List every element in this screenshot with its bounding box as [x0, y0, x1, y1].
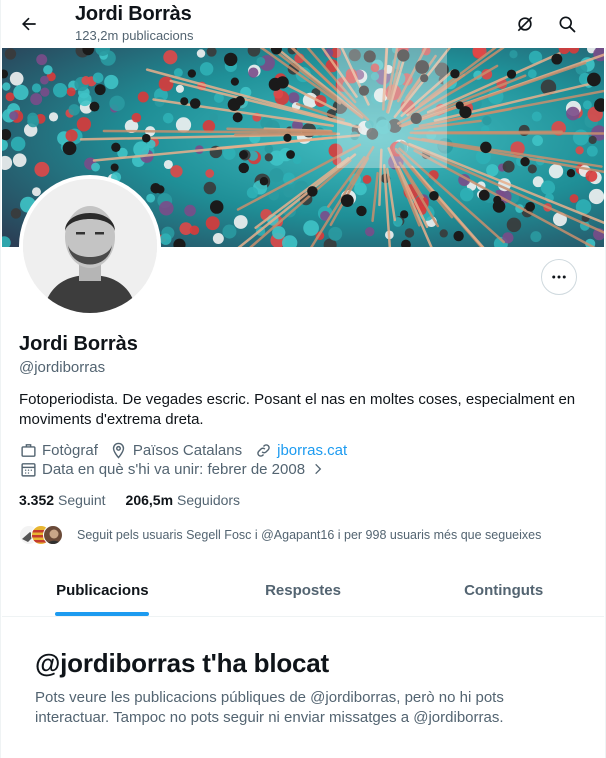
blocked-body: Pots veure les publicacions públiques de…: [35, 689, 504, 726]
following-link[interactable]: 3.352 Seguint: [19, 492, 106, 508]
location: Països Catalans: [110, 441, 242, 459]
profile-tabs: Publicacions Respostes Continguts: [2, 564, 604, 617]
occupation: Fotògraf: [19, 441, 98, 459]
following-count: 3.352: [19, 492, 55, 508]
occupation-text: Fotògraf: [42, 441, 98, 459]
more-options-button[interactable]: [541, 259, 577, 295]
joined-row[interactable]: Data en què s'hi va unir: febrer de 2008: [19, 460, 332, 478]
follower-avatar: [43, 525, 63, 545]
location-text: Països Catalans: [132, 441, 243, 459]
header-post-count: 123,2m publicacions: [75, 28, 194, 43]
more-horizontal-icon: [552, 275, 566, 279]
follow-counts: 3.352 Seguint 206,5m Seguidors: [19, 492, 260, 508]
profile-name: Jordi Borràs: [19, 333, 138, 355]
website-link[interactable]: jborras.cat: [277, 442, 347, 459]
avatar-photo: [23, 179, 157, 313]
briefcase-icon: [19, 441, 37, 459]
tab-label: Publicacions: [56, 581, 149, 599]
followed-by-row[interactable]: Seguit pels usuaris Segell Fosc i @Agapa…: [19, 521, 599, 549]
blocked-title: @jordiborras t'ha blocat: [35, 648, 329, 678]
website[interactable]: jborras.cat: [254, 441, 347, 459]
profile-bio: Fotoperiodista. De vegades escric. Posan…: [19, 391, 576, 428]
location-pin-icon: [110, 441, 128, 459]
header-title: Jordi Borràs: [75, 3, 192, 25]
translate-off-icon: [517, 16, 533, 32]
profile-meta-row: Fotògraf Països Catalans jborras.cat: [19, 441, 359, 459]
tab-continguts[interactable]: Continguts: [403, 564, 604, 616]
tab-publicacions[interactable]: Publicacions: [2, 564, 203, 616]
chevron-right-icon: [309, 460, 327, 478]
followers-link[interactable]: 206,5m Seguidors: [126, 492, 241, 508]
back-button[interactable]: [13, 8, 45, 40]
search-button[interactable]: [551, 8, 583, 40]
profile-page: Jordi Borràs 123,2m publicacions Jordi B…: [0, 0, 606, 758]
followers-count: 206,5m: [125, 492, 174, 508]
calendar-icon: [19, 460, 37, 478]
arrow-left-icon: [22, 17, 36, 31]
tab-label: Respostes: [265, 581, 341, 599]
followers-label: Seguidors: [177, 492, 241, 508]
tab-label: Continguts: [464, 581, 544, 599]
active-tab-indicator: [55, 612, 150, 616]
profile-handle: @jordiborras: [19, 359, 106, 376]
joined-text: Data en què s'hi va unir: febrer de 2008: [42, 460, 306, 478]
following-label: Seguint: [58, 492, 106, 508]
top-header: Jordi Borràs 123,2m publicacions: [1, 0, 606, 48]
link-icon: [254, 441, 272, 459]
search-icon: [559, 16, 576, 33]
followed-by-text: Seguit pels usuaris Segell Fosc i @Agapa…: [77, 528, 542, 542]
tab-respostes[interactable]: Respostes: [203, 564, 404, 616]
profile-avatar[interactable]: [19, 175, 161, 317]
translate-button[interactable]: [509, 8, 541, 40]
